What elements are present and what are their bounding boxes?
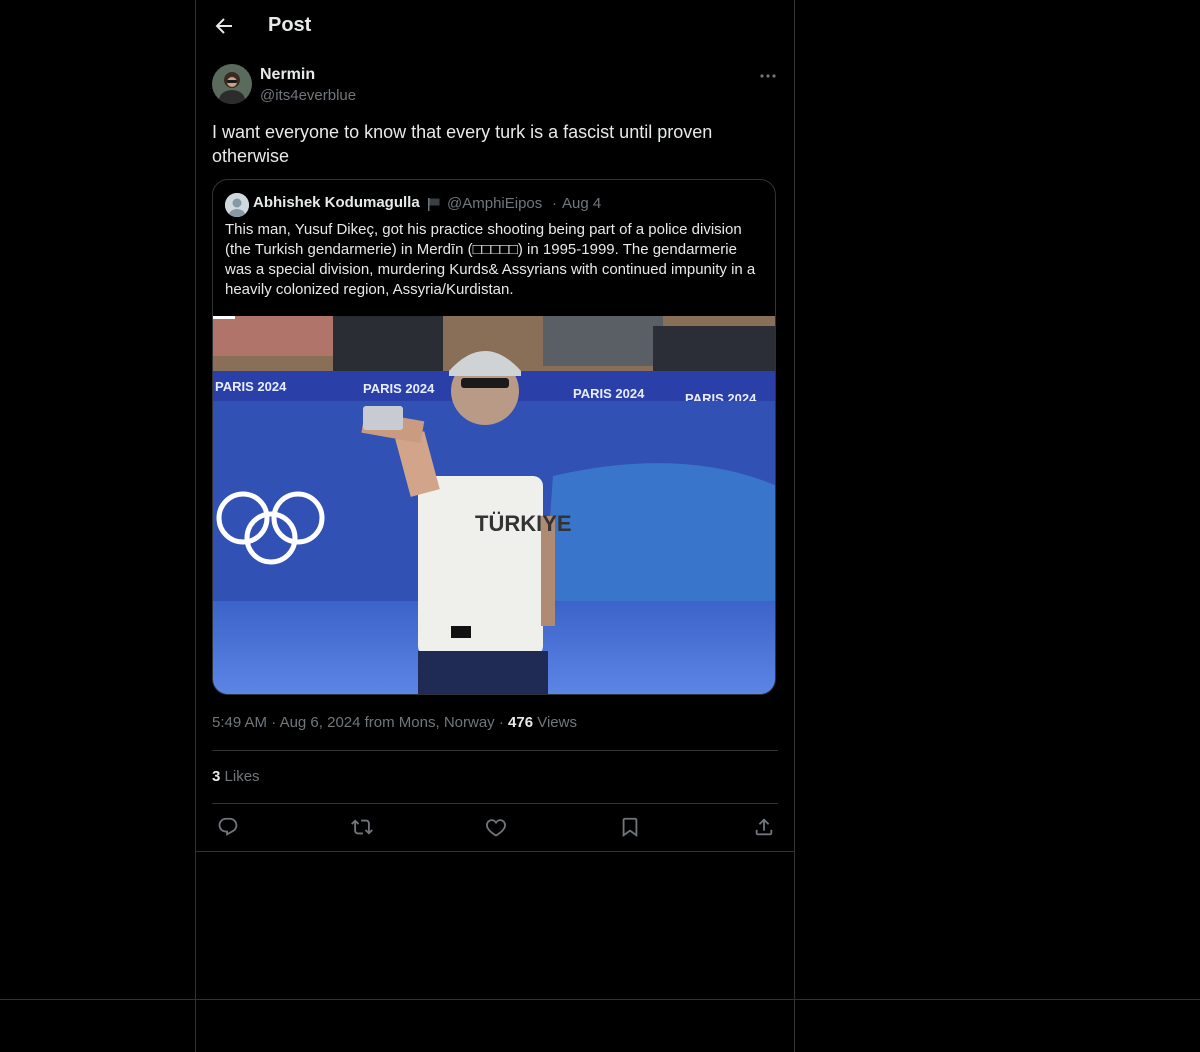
like-heart-icon[interactable] [485, 816, 507, 838]
quote-text: This man, Yusuf Dikeç, got his practice … [225, 221, 756, 298]
quote-author-name: Abhishek Kodumagulla [253, 194, 420, 211]
author-avatar[interactable] [212, 64, 252, 104]
meta-separator: · [498, 714, 504, 731]
likes-label: Likes [224, 768, 260, 785]
quote-separator: · [552, 195, 557, 212]
post-header: Post [196, 0, 794, 53]
meta-separator: · [271, 714, 277, 731]
post-meta: 5:49 AM · Aug 6, 2024 from Mons, Norway … [212, 714, 577, 731]
likes-count-link[interactable]: 3 Likes [212, 768, 260, 785]
repost-icon[interactable] [351, 816, 373, 838]
banner-text-2: PARIS 2024 [363, 381, 435, 396]
main-column: Post Nermin @its4everblue I want everyon… [195, 0, 795, 1052]
quoted-post[interactable]: Abhishek Kodumagulla @AmphiEipos · Aug 4… [212, 179, 776, 695]
quote-date: Aug 4 [562, 195, 602, 212]
views-count: 476 [508, 714, 534, 731]
post-text: I want everyone to know that every turk … [212, 122, 713, 166]
reply-icon[interactable] [217, 816, 239, 838]
views-label: Views [537, 714, 577, 731]
likes-count: 3 [212, 768, 221, 785]
banner-text: PARIS 2024 [215, 379, 287, 394]
author-handle[interactable]: @its4everblue [260, 87, 356, 104]
post-time[interactable]: 5:49 AM [212, 714, 267, 731]
divider [212, 803, 778, 804]
shirt-text: TÜRKIYE [475, 511, 572, 536]
page-title: Post [268, 14, 312, 36]
footer-divider [0, 999, 1200, 1000]
divider [212, 750, 778, 751]
post-bottom-divider [196, 851, 794, 852]
shooter-photo: PARIS 2024 PARIS 2024 PARIS 2024 PARIS 2… [213, 316, 775, 694]
back-arrow-icon[interactable] [212, 14, 236, 38]
quote-author-handle: @AmphiEipos [447, 195, 543, 212]
quote-media-image[interactable]: PARIS 2024 PARIS 2024 PARIS 2024 PARIS 2… [213, 316, 775, 694]
share-icon[interactable] [753, 816, 775, 838]
author-name[interactable]: Nermin [260, 66, 315, 84]
post-date-location[interactable]: Aug 6, 2024 from Mons, Norway [280, 714, 495, 731]
flag-icon [426, 196, 442, 212]
banner-text-3: PARIS 2024 [573, 386, 645, 401]
bookmark-icon[interactable] [619, 816, 641, 838]
quote-avatar [225, 193, 249, 217]
more-options-icon[interactable] [756, 64, 780, 88]
